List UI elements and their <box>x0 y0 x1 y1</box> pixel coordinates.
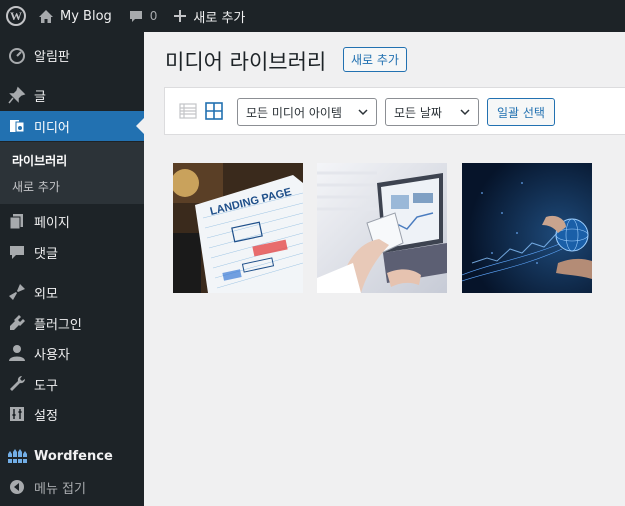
sidebar-item-media[interactable]: 미디어 <box>0 111 144 141</box>
chevron-down-icon <box>358 109 368 116</box>
sidebar-item-label: 알림판 <box>34 49 70 65</box>
plugins-icon <box>7 314 27 332</box>
users-icon <box>7 344 27 362</box>
chevron-down-icon <box>460 109 470 116</box>
wordpress-logo-menu[interactable]: W <box>0 0 32 32</box>
new-content-link[interactable]: 새로 추가 <box>165 0 253 32</box>
sidebar-item-label: 사용자 <box>34 347 70 363</box>
admin-bar: W My Blog 0 새로 추가 <box>0 0 625 32</box>
plus-icon <box>173 9 187 23</box>
appearance-icon <box>7 283 27 301</box>
media-thumbnail[interactable]: LANDING PAGE <box>173 163 303 293</box>
settings-icon <box>7 405 27 423</box>
bulk-select-button[interactable]: 일괄 선택 <box>487 98 555 126</box>
sidebar-item-label: 도구 <box>34 378 58 394</box>
grid-view-icon[interactable] <box>205 102 223 120</box>
page-title: 미디어 라이브러리 <box>165 50 327 74</box>
media-thumbnail[interactable] <box>317 163 447 293</box>
sidebar-item-posts[interactable]: 글 <box>0 80 144 110</box>
sidebar-item-label: Wordfence <box>34 448 113 464</box>
admin-sidebar: 알림판 글 미디어 라이브러리 새로 추가 페이지 댓글 외모 플러그인 사용자… <box>0 32 144 506</box>
dashboard-icon <box>7 46 27 64</box>
site-name: My Blog <box>60 8 112 24</box>
sidebar-item-tools[interactable]: 도구 <box>0 369 144 399</box>
sidebar-item-settings[interactable]: 설정 <box>0 399 144 429</box>
home-icon <box>38 9 54 24</box>
sidebar-item-label: 댓글 <box>34 246 58 262</box>
laptop-analytics-image <box>317 163 447 293</box>
date-filter-value: 모든 날짜 <box>394 105 442 120</box>
comment-icon <box>128 9 144 24</box>
pin-icon <box>7 86 27 104</box>
date-filter[interactable]: 모든 날짜 <box>385 98 479 126</box>
sidebar-item-label: 글 <box>34 89 46 105</box>
sidebar-item-dashboard[interactable]: 알림판 <box>0 40 144 70</box>
list-view-icon[interactable] <box>179 102 197 120</box>
sidebar-item-label: 페이지 <box>34 215 70 231</box>
wordpress-logo-icon: W <box>6 6 26 26</box>
comments-link[interactable]: 0 <box>120 0 166 32</box>
digital-globe-image <box>462 163 592 293</box>
collapse-icon <box>7 479 27 495</box>
collapse-menu-button[interactable]: 메뉴 접기 <box>0 472 144 502</box>
sidebar-item-label: 설정 <box>34 408 58 424</box>
submenu-library[interactable]: 라이브러리 <box>12 152 67 169</box>
site-name-link[interactable]: My Blog <box>32 0 120 32</box>
new-content-label: 새로 추가 <box>193 10 246 26</box>
media-submenu: 라이브러리 새로 추가 <box>0 142 144 204</box>
media-icon <box>7 117 27 135</box>
pages-icon <box>7 212 27 230</box>
sidebar-item-wordfence[interactable]: Wordfence <box>0 441 144 471</box>
media-toolbar: 모든 미디어 아이템 모든 날짜 일괄 선택 <box>164 87 625 135</box>
sidebar-item-users[interactable]: 사용자 <box>0 338 144 368</box>
sidebar-item-label: 플러그인 <box>34 317 82 333</box>
sidebar-item-pages[interactable]: 페이지 <box>0 206 144 236</box>
submenu-add-new[interactable]: 새로 추가 <box>12 178 60 195</box>
comments-icon <box>7 243 27 261</box>
collapse-menu-label: 메뉴 접기 <box>34 481 86 497</box>
comment-count: 0 <box>149 9 158 23</box>
landing-page-sketch-image: LANDING PAGE <box>173 163 303 293</box>
wordfence-icon <box>7 448 27 464</box>
sidebar-item-plugins[interactable]: 플러그인 <box>0 308 144 338</box>
sidebar-item-label: 외모 <box>34 286 58 302</box>
sidebar-item-label: 미디어 <box>34 120 70 136</box>
media-type-filter[interactable]: 모든 미디어 아이템 <box>237 98 377 126</box>
media-thumbnail[interactable] <box>462 163 592 293</box>
add-new-button[interactable]: 새로 추가 <box>343 47 407 72</box>
sidebar-item-appearance[interactable]: 외모 <box>0 277 144 307</box>
sidebar-item-comments[interactable]: 댓글 <box>0 237 144 267</box>
media-type-filter-value: 모든 미디어 아이템 <box>246 105 342 120</box>
tools-icon <box>7 375 27 393</box>
